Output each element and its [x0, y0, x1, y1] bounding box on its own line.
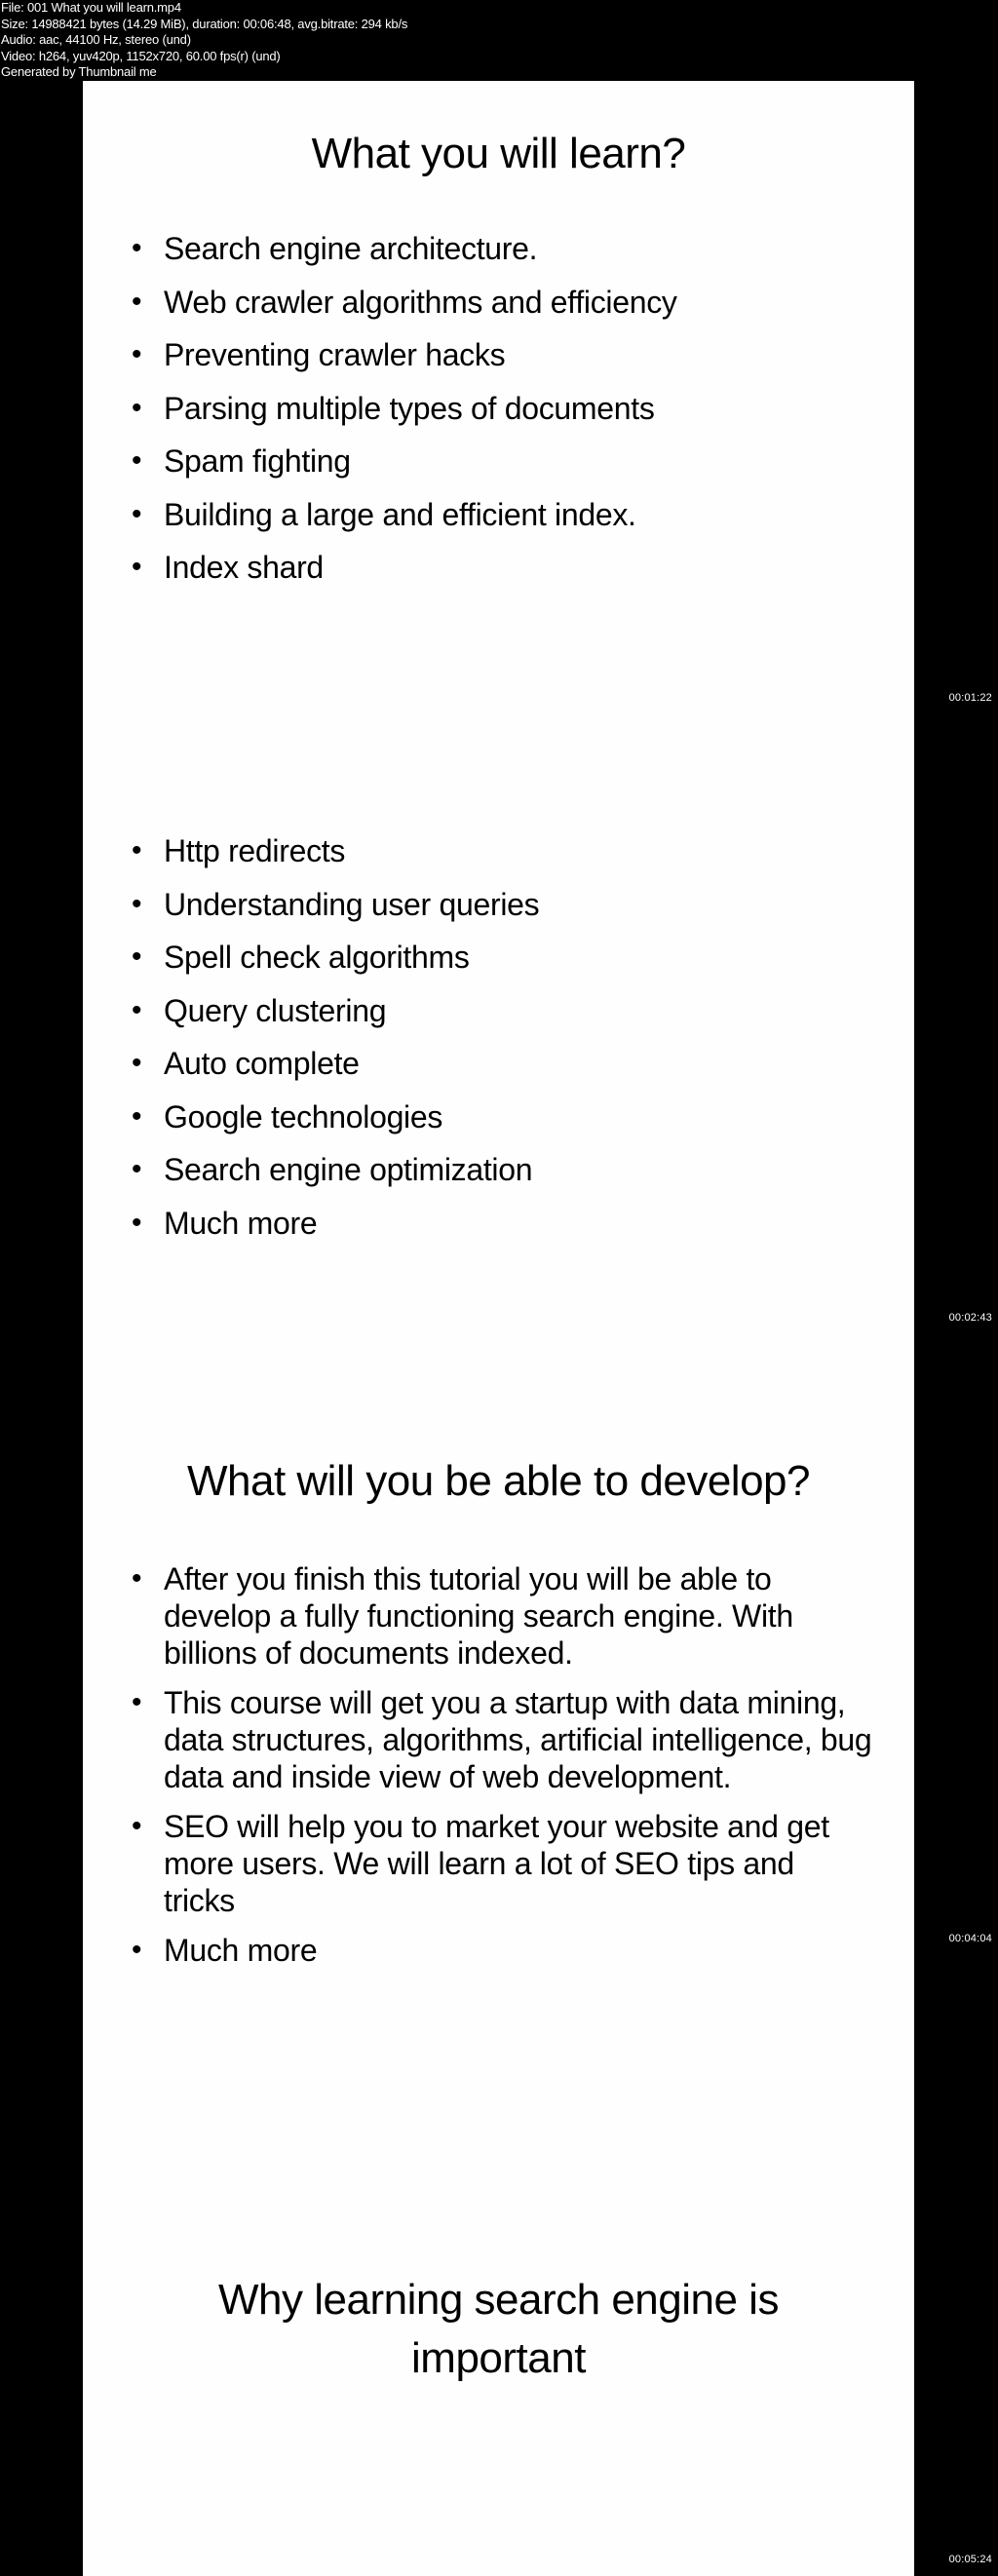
- slide-title: What will you be able to develop?: [186, 1457, 811, 1505]
- list-item: • Http redirects: [132, 833, 346, 868]
- bullet-icon: •: [132, 444, 142, 477]
- audio-info-line: Audio: aac, 44100 Hz, stereo (und): [1, 32, 191, 47]
- bullet-icon: •: [132, 338, 142, 370]
- bullet-list: • After you finish this tutorial you will…: [132, 1560, 872, 1981]
- bullet-icon: •: [132, 497, 142, 530]
- generator-line: Generated by Thumbnail me: [1, 64, 157, 79]
- list-item: • Spell check algorithms: [132, 940, 470, 975]
- bullet-icon: •: [132, 1153, 142, 1185]
- list-item: • Web crawler algorithms and efficiency: [132, 284, 677, 320]
- bullet-list: • Http redirects • Understanding user quer…: [132, 831, 540, 1256]
- list-item: • Understanding user queries: [132, 886, 540, 922]
- slide-title: Why learning search engine is important: [218, 2276, 779, 2382]
- list-item: • Index shard: [132, 550, 324, 585]
- bullet-list: • Search engine architecture. • Web crawle…: [132, 229, 677, 601]
- video-frame-4[interactable]: Why learning search engine is important: [83, 1940, 914, 2576]
- list-item: • Parsing multiple types of documents: [132, 390, 655, 426]
- list-item: • SEO will help you to market your websit…: [132, 1809, 829, 1918]
- file-name-line: File: 001 What you will learn.mp4: [1, 0, 181, 15]
- list-item: • This course will get you a startup with…: [132, 1685, 872, 1794]
- slide-title: What you will learn?: [311, 130, 686, 177]
- video-info-header: File: 001 What you will learn.mp4 Size: …: [1, 0, 586, 81]
- bullet-icon: •: [132, 285, 142, 318]
- list-item: • Spam fighting: [132, 443, 351, 479]
- bullet-icon: •: [132, 1206, 142, 1239]
- bullet-icon: •: [132, 391, 142, 424]
- video-frame-2[interactable]: • Http redirects • Understanding user quer…: [83, 699, 914, 1319]
- frame-timestamp: 00:04:04: [948, 1933, 992, 1944]
- video-frame-1[interactable]: What you will learn? • Search engine arch…: [83, 81, 914, 699]
- video-frame-3[interactable]: What will you be able to develop? • After…: [83, 1319, 914, 1968]
- bullet-icon: •: [132, 941, 142, 973]
- file-size-line: Size: 14988421 bytes (14.29 MiB), durati…: [1, 16, 408, 31]
- bullet-icon: •: [132, 1562, 142, 1595]
- frame-timestamp: 00:01:22: [948, 692, 992, 704]
- bullet-icon: •: [132, 232, 142, 264]
- list-item: • Query clustering: [132, 992, 387, 1028]
- list-item: • Building a large and efficient index.: [132, 496, 636, 532]
- frame-timestamp: 00:05:24: [948, 2554, 992, 2565]
- list-item: • Google technologies: [132, 1098, 443, 1134]
- list-item: • Preventing crawler hacks: [132, 337, 506, 372]
- list-item: • Search engine optimization: [132, 1152, 533, 1187]
- bullet-icon: •: [132, 887, 142, 920]
- list-item: • Search engine architecture.: [132, 231, 538, 266]
- list-item: • After you finish this tutorial you will…: [132, 1561, 793, 1671]
- bullet-icon: •: [132, 1099, 142, 1133]
- bullet-icon: •: [132, 551, 142, 583]
- list-item: • Much more: [132, 1205, 318, 1241]
- bullet-icon: •: [132, 1047, 142, 1079]
- video-info-line: Video: h264, yuv420p, 1152x720, 60.00 fp…: [1, 48, 281, 63]
- bullet-icon: •: [132, 1810, 142, 1842]
- bullet-icon: •: [132, 1686, 142, 1718]
- frame-timestamp: 00:02:43: [948, 1312, 992, 1324]
- thumbnail-sheet: What you will learn? • Search engine arch…: [83, 81, 914, 2576]
- bullet-icon: •: [132, 993, 142, 1026]
- list-item: • Auto complete: [132, 1046, 360, 1081]
- bullet-icon: •: [132, 834, 142, 866]
